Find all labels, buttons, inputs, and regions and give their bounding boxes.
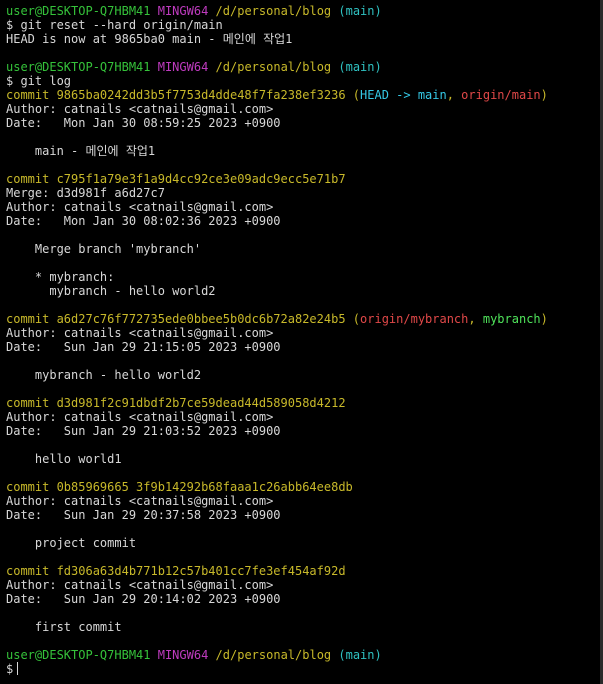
ref-sep: , — [468, 312, 483, 326]
commit-author: Author: catnails <catnails@gmail.com> — [6, 410, 274, 424]
commit-hash: commit 9865ba0242dd3b5f7753d4dde48f7fa23… — [6, 88, 346, 102]
commit-message: first commit — [6, 620, 122, 634]
commit-merge: Merge: d3d981f a6d27c7 — [6, 186, 165, 200]
ref-close: ) — [540, 88, 548, 102]
prompt-user: user@DESKTOP-Q7HBM41 — [6, 648, 151, 662]
commit-date: Date: Sun Jan 29 21:15:05 2023 +0900 — [6, 340, 281, 354]
commit-date: Date: Sun Jan 29 20:37:58 2023 +0900 — [6, 508, 281, 522]
prompt-branch: (main) — [338, 648, 382, 662]
prompt-branch: (main) — [338, 60, 382, 74]
command-reset: $ git reset --hard origin/main — [6, 18, 223, 32]
commit-hash: commit 0b85969665 3f9b14292b68faaa1c26ab… — [6, 480, 353, 494]
commit-author: Author: catnails <catnails@gmail.com> — [6, 326, 274, 340]
command-log: $ git log — [6, 74, 72, 88]
commit-author: Author: catnails <catnails@gmail.com> — [6, 200, 274, 214]
prompt-env: MINGW64 — [157, 4, 209, 18]
ref-remote: origin/main — [461, 88, 541, 102]
commit-date: Date: Sun Jan 29 21:03:52 2023 +0900 — [6, 424, 281, 438]
commit-hash: commit a6d27c76f772735ede0bbee5b0dc6b72a… — [6, 312, 346, 326]
commit-message: hello world1 — [6, 452, 122, 466]
prompt-user: user@DESKTOP-Q7HBM41 — [6, 60, 151, 74]
prompt-line: user@DESKTOP-Q7HBM41 MINGW64 /d/personal… — [6, 648, 603, 662]
ref-close: ) — [540, 312, 548, 326]
text-cursor[interactable] — [17, 662, 19, 675]
commit-author: Author: catnails <catnails@gmail.com> — [6, 578, 274, 592]
prompt-user: user@DESKTOP-Q7HBM41 — [6, 4, 151, 18]
prompt-path: /d/personal/blog — [215, 648, 332, 662]
prompt-line: user@DESKTOP-Q7HBM41 MINGW64 /d/personal… — [6, 60, 603, 74]
prompt-path: /d/personal/blog — [215, 60, 332, 74]
prompt-symbol: $ — [6, 662, 14, 676]
prompt-env: MINGW64 — [157, 648, 209, 662]
commit-hash: commit d3d981f2c91dbdf2b7ce59dead44d5890… — [6, 396, 346, 410]
commit-author: Author: catnails <catnails@gmail.com> — [6, 494, 274, 508]
ref-local: mybranch — [482, 312, 541, 326]
commit-message: Merge branch 'mybranch' — [6, 242, 202, 256]
ref-open: ( — [345, 88, 361, 102]
command-input-line[interactable]: $ — [6, 662, 603, 676]
commit-hash: commit c795f1a79e3f1a9d4cc92ce3e09adc9ec… — [6, 172, 346, 186]
prompt-line: user@DESKTOP-Q7HBM41 MINGW64 /d/personal… — [6, 4, 603, 18]
ref-open: ( — [345, 312, 361, 326]
commit-message: mybranch - hello world2 — [6, 284, 216, 298]
commit-date: Date: Mon Jan 30 08:59:25 2023 +0900 — [6, 116, 281, 130]
command-output: HEAD is now at 9865ba0 main - 메인에 작업1 — [6, 32, 293, 46]
commit-date: Date: Sun Jan 29 20:14:02 2023 +0900 — [6, 592, 281, 606]
commit-message: * mybranch: — [6, 270, 115, 284]
prompt-path: /d/personal/blog — [215, 4, 332, 18]
ref-head: HEAD -> main — [360, 88, 447, 102]
commit-message: mybranch - hello world2 — [6, 368, 202, 382]
ref-sep: , — [446, 88, 462, 102]
commit-date: Date: Mon Jan 30 08:02:36 2023 +0900 — [6, 214, 281, 228]
prompt-env: MINGW64 — [157, 60, 209, 74]
commit-line: commit 9865ba0242dd3b5f7753d4dde48f7fa23… — [6, 88, 603, 102]
commit-message: main - 메인에 작업1 — [6, 144, 156, 158]
commit-author: Author: catnails <catnails@gmail.com> — [6, 102, 274, 116]
commit-message: project commit — [6, 536, 137, 550]
terminal-window[interactable]: user@DESKTOP-Q7HBM41 MINGW64 /d/personal… — [0, 0, 603, 684]
commit-hash: commit fd306a63d4b771b12c57b401cc7fe3ef4… — [6, 564, 346, 578]
ref-remote: origin/mybranch — [360, 312, 469, 326]
commit-line: commit a6d27c76f772735ede0bbee5b0dc6b72a… — [6, 312, 603, 326]
prompt-branch: (main) — [338, 4, 382, 18]
